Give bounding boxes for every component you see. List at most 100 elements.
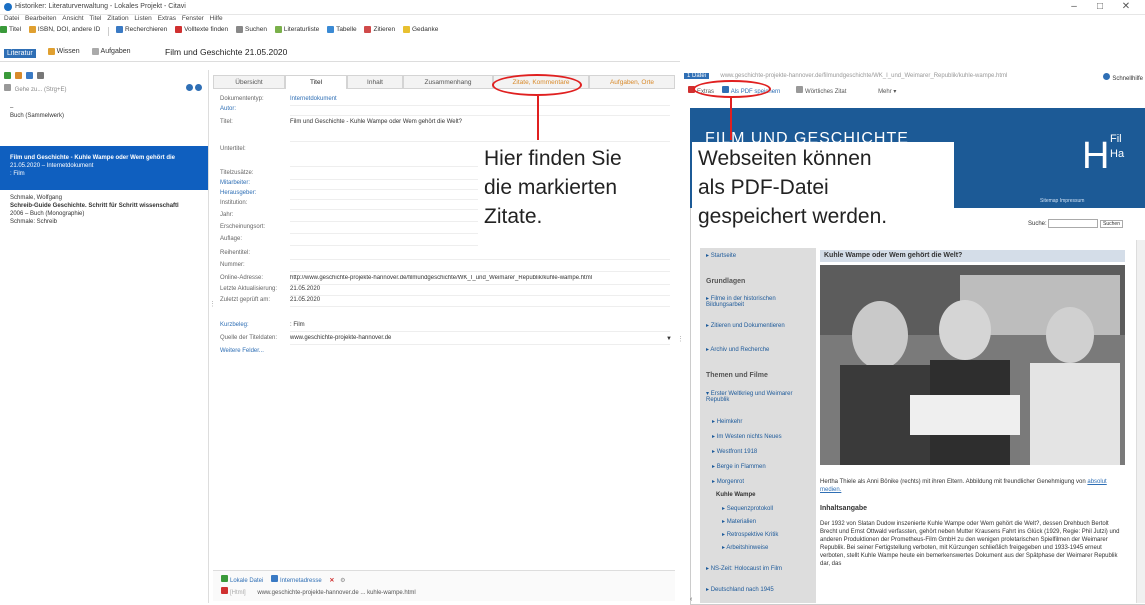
more-menu[interactable]: Mehr ▾ <box>878 89 896 95</box>
minimize-button[interactable]: – <box>1061 1 1087 12</box>
quick-help-link[interactable]: Schnellhilfe <box>1103 73 1143 82</box>
field-label: Untertitel: <box>220 146 246 152</box>
list-item-selected[interactable]: Film und Geschichte - Kuhle Wampe oder W… <box>0 146 208 190</box>
menu-bearbeiten[interactable]: Bearbeiten <box>25 15 56 22</box>
tab-aufgaben[interactable]: Aufgaben <box>91 48 131 55</box>
file-dropdown[interactable]: 1 Datei <box>684 73 710 79</box>
online-address-field[interactable]: http://www.geschichte-projekte-hannover.… <box>290 275 670 285</box>
tab-zusammenhang[interactable]: Zusammenhang <box>403 75 493 89</box>
goto-search-input[interactable]: Gehe zu... (Strg+E) <box>4 84 204 94</box>
side-heading: Grundlagen <box>706 278 746 285</box>
more-fields-link[interactable]: Weitere Felder... <box>220 348 264 354</box>
html-file-icon <box>221 587 228 594</box>
field-label: Erscheinungsort: <box>220 224 266 230</box>
menu-zitation[interactable]: Zitation <box>107 15 128 22</box>
side-link[interactable]: ▸ Materialien <box>722 518 830 525</box>
cite-button[interactable]: Zitieren <box>364 26 395 33</box>
close-button[interactable]: ✕ <box>1113 1 1139 12</box>
splitter-handle[interactable]: ⋮ <box>209 300 216 308</box>
side-link[interactable]: ▸ Morgenrot <box>712 478 820 485</box>
prev-icon[interactable] <box>186 84 193 91</box>
internet-address-button[interactable]: Internetadresse <box>280 578 322 584</box>
web-search-button[interactable]: Suchen <box>1100 220 1123 229</box>
last-checked-field[interactable]: 21.05.2020 <box>290 297 670 307</box>
field-label: Dokumententyp: <box>220 96 264 102</box>
tasks-icon <box>91 48 99 55</box>
field-label-link[interactable]: Mitarbeiter: <box>220 180 250 186</box>
short-citation-field[interactable]: : Film <box>290 322 670 332</box>
bibliography-button[interactable]: Literaturliste <box>274 26 319 33</box>
highlight-oval-tab <box>492 74 582 96</box>
tab-aufgaben-orte[interactable]: Aufgaben, Orte <box>589 75 675 89</box>
vertical-scrollbar[interactable] <box>1136 240 1145 603</box>
settings-icon[interactable]: ⚙ <box>340 578 345 584</box>
number-field[interactable] <box>290 262 670 272</box>
side-link[interactable]: ▸ Archiv und Recherche <box>706 346 814 353</box>
dropdown-arrow-icon[interactable]: ▼ <box>666 336 672 342</box>
side-link-start[interactable]: ▸ Startseite <box>706 252 814 259</box>
side-link[interactable]: ▸ Deutschland nach 1945 <box>706 586 814 593</box>
last-update-field[interactable]: 21.05.2020 <box>290 286 670 296</box>
filter-icon[interactable] <box>36 72 44 79</box>
menu-datei[interactable]: Datei <box>4 15 19 22</box>
menu-listen[interactable]: Listen <box>134 15 151 22</box>
tab-wissen[interactable]: Wissen <box>47 48 80 55</box>
scroll-left-arrow[interactable]: ‹ <box>690 596 696 603</box>
next-icon[interactable] <box>195 84 202 91</box>
add-title-button[interactable]: Titel <box>0 26 21 33</box>
add-reference-icon[interactable] <box>4 72 11 79</box>
thought-button[interactable]: Gedanke <box>402 26 438 33</box>
table-button[interactable]: Tabelle <box>327 26 357 33</box>
side-link[interactable]: ▸ Westfront 1918 <box>712 448 820 455</box>
group-icon[interactable] <box>25 72 33 79</box>
side-link[interactable]: ▸ Filme in der historischen Bildungsarbe… <box>706 295 814 308</box>
literal-quote-button[interactable]: Wörtliches Zitat <box>796 86 846 95</box>
title-field[interactable]: Film und Geschichte - Kuhle Wampe oder W… <box>290 119 670 142</box>
menu-titel[interactable]: Titel <box>89 15 101 22</box>
side-link[interactable]: ▸ Heimkehr <box>712 418 820 425</box>
document-type-value[interactable]: Internetdokument <box>290 96 670 106</box>
search-button[interactable]: Suchen <box>235 26 267 33</box>
delete-icon[interactable]: ✕ <box>329 578 334 584</box>
series-field[interactable] <box>290 250 670 260</box>
splitter-handle[interactable]: ⋮ <box>677 335 684 343</box>
side-link[interactable]: ▸ Berge in Flammen <box>712 463 820 470</box>
field-label-link[interactable]: Kurzbeleg: <box>220 322 249 328</box>
field-label-link[interactable]: Autor: <box>220 106 236 112</box>
field-label-link[interactable]: Herausgeber: <box>220 190 256 196</box>
isbn-button[interactable]: ISBN, DOI, andere ID <box>28 26 100 33</box>
list-item[interactable]: – Buch (Sammelwerk) <box>0 104 208 134</box>
research-button[interactable]: Recherchieren <box>115 26 167 33</box>
list-item[interactable]: Schmale, Wolfgang Schreib-Guide Geschich… <box>0 194 208 230</box>
sitemap-link[interactable]: Sitemap <box>1040 198 1058 204</box>
side-link[interactable]: ▸ Retrospektive Kritik <box>722 531 830 538</box>
search-icon <box>4 84 11 91</box>
maximize-button[interactable]: □ <box>1087 1 1113 12</box>
tab-inhalt[interactable]: Inhalt <box>347 75 403 89</box>
find-fulltext-button[interactable]: Volltexte finden <box>175 26 228 33</box>
side-link[interactable]: ▸ NS-Zeit: Holocaust im Film <box>706 565 814 572</box>
preview-url[interactable]: www.geschichte-projekte-hannover.de/film… <box>720 73 1007 79</box>
globe-icon <box>271 575 279 582</box>
side-link[interactable]: ▾ Erster Weltkrieg und Weimarer Republik <box>706 390 814 403</box>
side-link[interactable]: ▸ Arbeitshinweise <box>722 544 830 551</box>
menu-fenster[interactable]: Fenster <box>182 15 204 22</box>
highlight-oval-pdf <box>693 80 771 98</box>
side-link[interactable]: ▸ Sequenzprotokoll <box>722 505 830 512</box>
web-search-input[interactable] <box>1048 219 1099 228</box>
author-field[interactable] <box>290 106 670 116</box>
side-link[interactable]: ▸ Im Westen nichts Neues <box>712 433 820 440</box>
local-file-button[interactable]: Lokale Datei <box>230 578 263 584</box>
side-link-current[interactable]: Kuhle Wampe <box>716 492 824 498</box>
tab-literatur[interactable]: Literatur <box>4 49 36 58</box>
source-field[interactable]: www.geschichte-projekte-hannover.de <box>290 335 670 345</box>
menu-ansicht[interactable]: Ansicht <box>62 15 83 22</box>
tab-titel[interactable]: Titel <box>285 75 347 89</box>
attachment-url[interactable]: www.geschichte-projekte-hannover.de ... … <box>257 590 415 596</box>
menu-extras[interactable]: Extras <box>158 15 176 22</box>
impressum-link[interactable]: Impressum <box>1060 198 1085 204</box>
tab-uebersicht[interactable]: Übersicht <box>213 75 285 89</box>
side-link[interactable]: ▸ Zitieren und Dokumentieren <box>706 322 814 329</box>
menu-hilfe[interactable]: Hilfe <box>210 15 223 22</box>
sort-icon[interactable] <box>14 72 22 79</box>
